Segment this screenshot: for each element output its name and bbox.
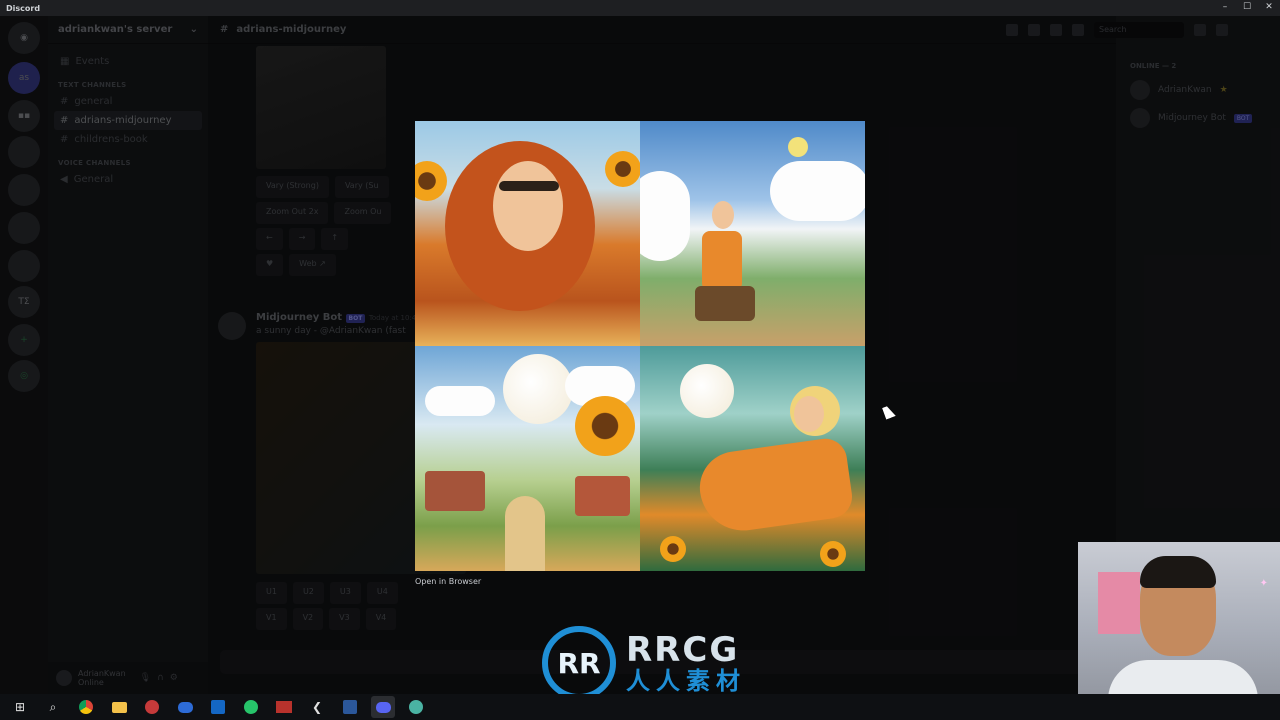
discord-app: Discord – ☐ ✕ ◉ as ▪▪ ΤΣ + ◎ adriankwan'… bbox=[0, 0, 1280, 720]
sunflower-shape bbox=[415, 161, 447, 201]
app-icon-2[interactable] bbox=[272, 696, 296, 718]
generated-image-4 bbox=[640, 346, 865, 571]
watermark-latin-text: RRCG bbox=[626, 630, 740, 670]
generated-image-3 bbox=[415, 346, 640, 571]
zoom-icon[interactable] bbox=[173, 696, 197, 718]
neon-sign-icon: ✦ bbox=[1259, 578, 1268, 589]
discord-icon[interactable] bbox=[371, 696, 395, 718]
file-explorer-icon[interactable] bbox=[107, 696, 131, 718]
face-shape bbox=[493, 161, 563, 251]
chrome-icon[interactable] bbox=[74, 696, 98, 718]
search-icon[interactable]: ⌕ bbox=[41, 696, 65, 718]
sun-shape bbox=[503, 354, 573, 424]
app-icon-4[interactable] bbox=[404, 696, 428, 718]
house-shape bbox=[575, 476, 630, 516]
whatsapp-icon[interactable] bbox=[239, 696, 263, 718]
sunflower-shape bbox=[575, 396, 635, 456]
sunflower-shape bbox=[660, 536, 686, 562]
window-controls: – ☐ ✕ bbox=[1214, 0, 1280, 16]
watermark-chinese-text: 人人素材 bbox=[626, 667, 746, 695]
sun-shape bbox=[788, 137, 808, 157]
sun-shape bbox=[680, 364, 734, 418]
generated-image-2 bbox=[640, 121, 865, 346]
rrcg-emblem-icon: RR bbox=[542, 626, 616, 700]
basket-shape bbox=[695, 286, 755, 321]
dress-shape bbox=[695, 435, 855, 537]
generated-image-1 bbox=[415, 121, 640, 346]
sunflower-shape bbox=[605, 151, 640, 187]
close-button[interactable]: ✕ bbox=[1258, 0, 1280, 16]
windows-taskbar: ⊞ ⌕ ❮ bbox=[0, 694, 1280, 720]
face-shape bbox=[712, 201, 734, 229]
presenter-hair bbox=[1140, 556, 1216, 588]
sunglasses-shape bbox=[499, 181, 559, 191]
open-in-browser-link[interactable]: Open in Browser bbox=[415, 577, 481, 586]
sunflower-shape bbox=[820, 541, 846, 567]
figure-shape bbox=[702, 231, 742, 291]
cloud-shape bbox=[770, 161, 865, 221]
app-icon[interactable] bbox=[140, 696, 164, 718]
word-icon[interactable] bbox=[338, 696, 362, 718]
face-shape bbox=[794, 396, 824, 432]
outlook-icon[interactable] bbox=[206, 696, 230, 718]
rrcg-watermark-logo: RR RRCG 人人素材 bbox=[542, 626, 746, 700]
app-icon-3[interactable]: ❮ bbox=[305, 696, 329, 718]
cloud-shape bbox=[425, 386, 495, 416]
windows-start-icon[interactable]: ⊞ bbox=[8, 696, 32, 718]
title-bar: Discord – ☐ ✕ bbox=[0, 0, 1280, 16]
maximize-button[interactable]: ☐ bbox=[1236, 0, 1258, 16]
minimize-button[interactable]: – bbox=[1214, 0, 1236, 16]
image-viewer[interactable] bbox=[415, 121, 865, 571]
house-shape bbox=[425, 471, 485, 511]
wall-poster bbox=[1098, 572, 1140, 634]
window-title: Discord bbox=[6, 3, 41, 13]
cloud-shape bbox=[640, 171, 690, 261]
path-shape bbox=[505, 496, 545, 571]
